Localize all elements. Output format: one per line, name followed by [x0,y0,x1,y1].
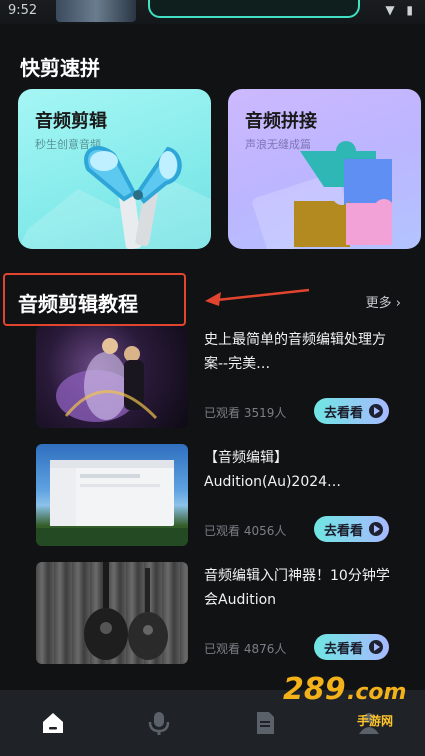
tutorial-thumbnail [36,562,188,664]
puzzle-icon [252,141,392,249]
watermark-number: 289 [283,672,346,707]
tab-home[interactable] [40,710,70,740]
tutorial-section-title: 音频剪辑教程 [18,292,138,316]
arrow-left-icon [205,288,310,306]
view-count: 已观看 3519人 [204,406,287,420]
quick-section-title: 快剪速拼 [20,56,100,80]
microphone-icon [148,712,170,735]
tutorial-title: 史上最简单的音频编辑处理方案--完美… [204,332,386,372]
more-link[interactable]: 更多 › [366,292,401,311]
tutorial-item[interactable]: 【音频编辑】Audition(Au)2024… 已观看 4056人 去看看 [36,444,406,546]
watermark-domain: .com [347,680,407,705]
watch-button[interactable]: 去看看 [314,516,389,542]
tutorial-thumbnail [36,444,188,546]
view-count: 已观看 4056人 [204,524,287,538]
tutorial-thumbnail [36,326,188,428]
tab-record[interactable] [146,710,176,740]
audio-merge-card[interactable]: 音频拼接 声浪无缝成篇 [228,89,421,249]
site-watermark: 289 .com 手游网 [265,670,415,740]
tutorial-title: 【音频编辑】Audition(Au)2024… [204,450,342,490]
status-time: 9:52 [8,3,38,18]
status-bar: 9:52 ▼ ▮ [0,0,425,24]
tutorial-title: 音频编辑入门神器！10分钟学会Audition [204,568,390,608]
tutorial-item[interactable]: 音频编辑入门神器！10分钟学会Audition 已观看 4876人 去看看 [36,562,406,664]
watch-button[interactable]: 去看看 [314,398,389,424]
tutorial-item[interactable]: 史上最简单的音频编辑处理方案--完美… 已观看 3519人 去看看 [36,326,406,428]
watch-button[interactable]: 去看看 [314,634,389,660]
status-bar-image [56,0,136,22]
audio-cut-card[interactable]: 音频剪辑 秒生创意音频 [18,89,211,249]
watch-button-label: 去看看 [324,641,364,657]
watermark-site: 手游网 [357,714,394,728]
play-icon [369,522,383,536]
watch-button-label: 去看看 [324,523,364,539]
scissors-icon [18,146,211,249]
view-count: 已观看 4876人 [204,642,287,656]
play-icon [369,404,383,418]
home-icon [43,713,63,733]
watch-button-label: 去看看 [324,405,364,421]
status-icons: ▼ ▮ [385,3,417,17]
top-banner[interactable] [148,0,360,18]
play-icon [369,640,383,654]
